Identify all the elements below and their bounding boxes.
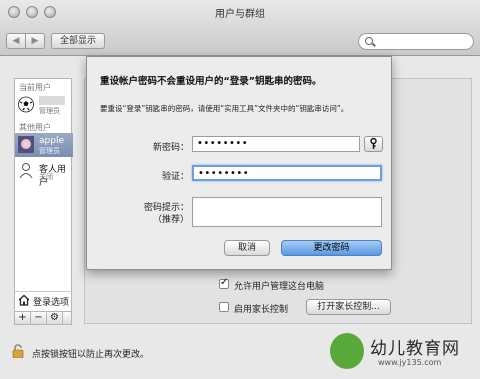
login-options-label: 登录选项 xyxy=(33,298,70,308)
user-role-apple: 管理员 xyxy=(39,147,60,155)
new-password-field[interactable]: •••••••• xyxy=(192,136,360,152)
add-user-button[interactable]: + xyxy=(15,312,31,324)
verify-password-field[interactable]: •••••••• xyxy=(192,165,382,181)
user-name-apple: apple xyxy=(39,136,64,146)
title-bar: 用户与群组 ◀ ▶ 全部显示 xyxy=(0,0,480,56)
password-hint-sublabel: （推荐） xyxy=(152,215,189,225)
parental-controls-checkbox[interactable] xyxy=(219,302,229,312)
parental-controls-label: 启用家长控制 xyxy=(234,305,289,315)
current-user-name xyxy=(39,96,65,105)
section-current-users: 当前用户 xyxy=(19,83,51,92)
current-user-role: 管理员 xyxy=(39,107,60,115)
soccer-ball-avatar-icon xyxy=(18,96,34,113)
lock-hint-text: 点按锁按钮以防止再次更改。 xyxy=(32,350,150,360)
dialog-title: 重设帐户密码不会重设用户的“登录”钥匙串的密码。 xyxy=(100,76,322,87)
change-password-dialog: 重设帐户密码不会重设用户的“登录”钥匙串的密码。 要重设“登录”钥匙串的密码，请… xyxy=(86,56,392,270)
window-title: 用户与群组 xyxy=(215,9,265,20)
lock-icon[interactable] xyxy=(12,344,24,358)
allow-admin-checkbox[interactable] xyxy=(219,277,229,289)
password-assistant-button[interactable] xyxy=(364,136,383,152)
allow-admin-label: 允许用户管理这台电脑 xyxy=(234,282,325,292)
search-input[interactable] xyxy=(358,33,474,50)
key-icon xyxy=(370,137,377,149)
users-sidebar: 当前用户 管理员 其他用户 apple 管理员 客人用户 关闭 登录选项 xyxy=(14,78,73,324)
watermark-url: www.jy135.com xyxy=(378,358,442,367)
user-item-guest[interactable]: 客人用户 关闭 xyxy=(15,159,73,188)
password-hint-field[interactable] xyxy=(192,197,382,227)
house-icon xyxy=(18,294,30,306)
watermark: 幼儿教育网 www.jy135.com xyxy=(330,331,478,375)
forward-button[interactable]: ▶ xyxy=(25,34,44,48)
current-user-item[interactable]: 管理员 xyxy=(15,93,73,117)
back-button[interactable]: ◀ xyxy=(7,34,25,48)
watermark-logo-icon xyxy=(330,333,364,369)
gear-icon[interactable]: ⚙ xyxy=(47,312,63,324)
flower-avatar-icon xyxy=(18,136,34,153)
show-all-button[interactable]: 全部显示 xyxy=(51,33,105,49)
dialog-description: 要重设“登录”钥匙串的密码，请使用“实用工具”文件夹中的“钥匙串访问”。 xyxy=(100,104,349,113)
user-item-apple[interactable]: apple 管理员 xyxy=(15,133,73,157)
user-role-guest: 关闭 xyxy=(39,173,53,181)
person-silhouette-icon xyxy=(19,163,33,179)
search-icon xyxy=(365,37,373,45)
watermark-text: 幼儿教育网 xyxy=(370,339,460,359)
section-other-users: 其他用户 xyxy=(19,123,51,132)
open-parental-controls-button[interactable]: 打开家长控制... xyxy=(306,299,391,315)
change-password-button[interactable]: 更改密码 xyxy=(281,240,382,256)
verify-label: 验证： xyxy=(161,172,189,182)
sidebar-toolbar: + − ⚙ xyxy=(14,311,72,325)
login-options-item[interactable]: 登录选项 xyxy=(15,291,73,309)
remove-user-button[interactable]: − xyxy=(31,312,47,324)
cancel-button[interactable]: 取消 xyxy=(224,240,270,256)
new-password-label: 新密码： xyxy=(152,143,189,153)
nav-buttons: ◀ ▶ xyxy=(6,33,45,49)
